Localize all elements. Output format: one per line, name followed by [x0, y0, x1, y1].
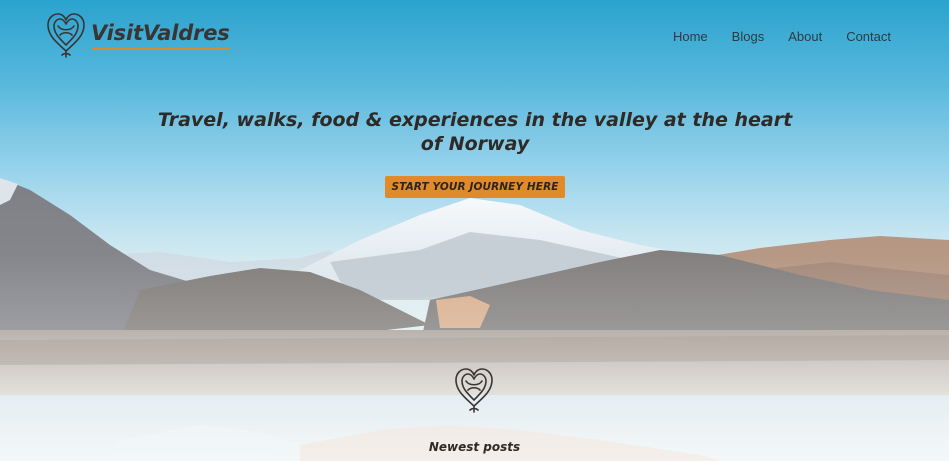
- brand-logo-link[interactable]: VisitValdres: [45, 11, 230, 59]
- brand-wordmark: VisitValdres: [91, 21, 230, 50]
- nav-item-blogs[interactable]: Blogs: [732, 29, 765, 44]
- heart-knot-icon: [455, 368, 493, 413]
- heart-knot-icon: [47, 13, 85, 58]
- newest-posts-heading: Newest posts: [428, 440, 521, 454]
- start-journey-button[interactable]: Start your journey here: [385, 176, 565, 198]
- nav-item-home[interactable]: Home: [673, 29, 708, 44]
- nav-item-about[interactable]: About: [788, 29, 822, 44]
- hero-headline: Travel, walks, food & experiences in the…: [157, 109, 793, 155]
- nav-item-contact[interactable]: Contact: [846, 29, 891, 44]
- main-navigation: Home Blogs About Contact: [673, 29, 891, 44]
